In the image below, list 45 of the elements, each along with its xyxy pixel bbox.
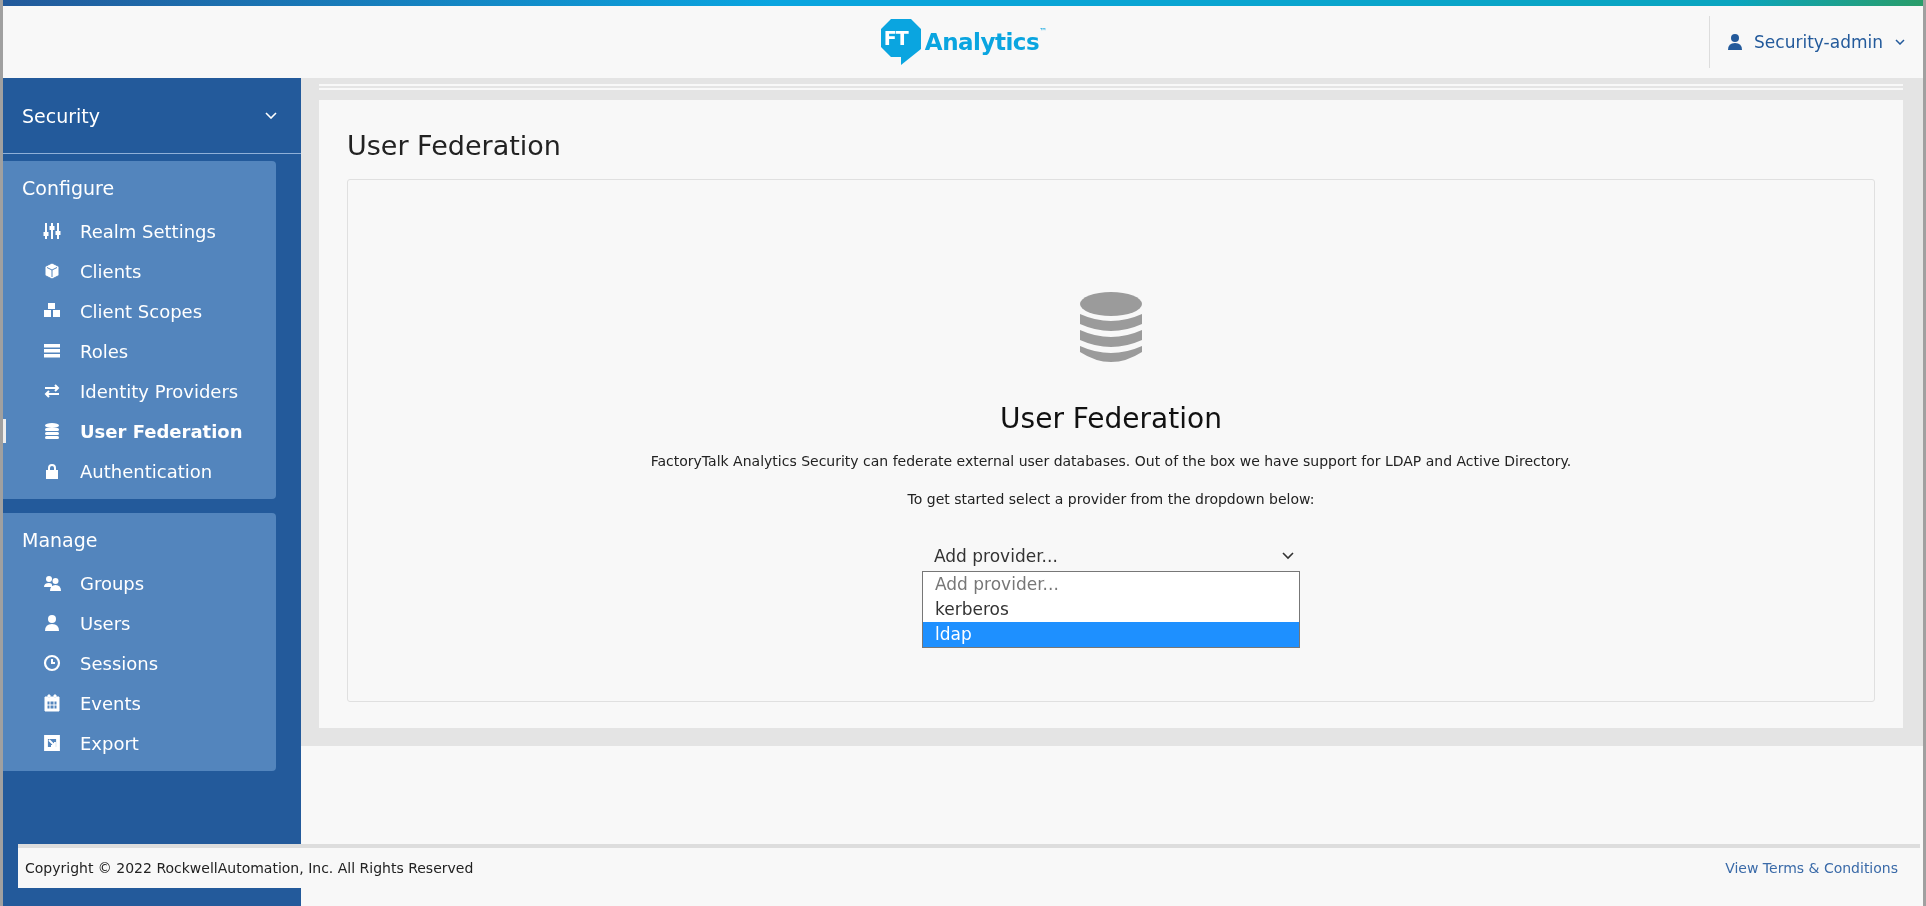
nav-item[interactable]: Sessions [3,643,276,683]
user-icon [1728,34,1743,50]
nav-item[interactable]: Roles [3,331,276,371]
export-icon [43,734,61,752]
database-icon [43,422,61,440]
nav-item[interactable]: Events [3,683,276,723]
chevron-icon [265,112,277,119]
terms-link[interactable]: View Terms & Conditions [1725,860,1898,876]
description-text: FactoryTalk Analytics Security can federate external user databases. Out of the box we have support for LDAP and Active Directory. [650,453,1572,469]
nav-item[interactable]: Realm Settings [3,211,276,251]
nav-item[interactable]: User Federation [3,411,276,451]
chevron-icon [1895,39,1905,45]
trademark-text: ™ [1039,27,1048,36]
cube-icon [43,262,61,280]
users-icon [43,574,61,592]
dropdown-option[interactable]: ldap [923,622,1299,647]
nav-item[interactable]: Clients [3,251,276,291]
list-icon [43,342,61,360]
section-title: Manage [21,528,99,553]
logo-mark-text: FT [883,27,908,49]
nav-item[interactable]: Users [3,603,276,643]
calendar-icon [43,694,61,712]
sliders-icon [43,222,61,240]
cubes-icon [43,302,61,320]
user-menu[interactable]: Security-admin [1709,16,1923,68]
empty-state-heading: User Federation [1000,402,1222,435]
section-title: Configure [21,176,116,201]
page-title: User Federation [347,130,562,161]
provider-dropdown[interactable]: Add provider... [922,543,1300,569]
lock-icon [43,462,61,480]
dropdown-option[interactable]: kerberos [923,597,1299,622]
clock-icon [43,654,61,672]
database-icon [1079,292,1143,364]
nav-item[interactable]: Export [3,723,276,763]
nav-item[interactable]: Groups [3,563,276,603]
user-icon [43,614,61,632]
exchange-icon [43,382,61,400]
logo-text: Analytics [924,29,1040,55]
instruction-text: To get started select a provider from the dropdown below: [907,491,1315,507]
nav-item[interactable]: Client Scopes [3,291,276,331]
nav-item[interactable]: Identity Providers [3,371,276,411]
chevron-icon [1282,552,1294,560]
nav-item[interactable]: Authentication [3,451,276,491]
copyright-text: Copyright © 2022 RockwellAutomation, Inc. All Rights Reserved [25,860,474,876]
logo-icon [878,17,923,67]
